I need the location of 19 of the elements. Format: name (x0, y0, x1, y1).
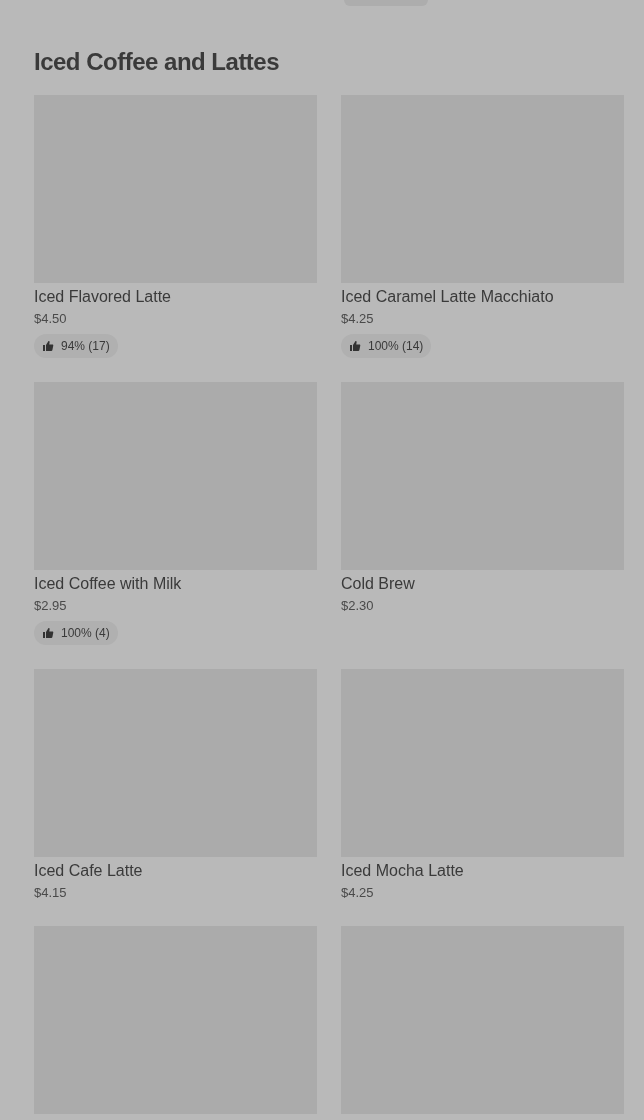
item-name: Iced Caramel Latte Macchiato (341, 287, 555, 307)
item-price: $2.95 (34, 597, 68, 615)
item-name: Iced Coffee with Milk (34, 574, 183, 594)
thumbs-up-icon (349, 340, 361, 352)
item-price: $2.30 (341, 597, 375, 615)
thumbs-up-icon (42, 340, 54, 352)
item-name: Iced Mocha Latte (341, 861, 465, 881)
item-price: $4.50 (34, 310, 68, 328)
section-heading: Iced Coffee and Lattes (34, 47, 281, 77)
item-name: Iced Cafe Latte (34, 861, 144, 881)
item-price: $4.15 (34, 884, 68, 902)
item-price: $4.25 (341, 884, 375, 902)
item-price: $4.25 (341, 310, 375, 328)
thumbs-up-icon (42, 627, 54, 639)
item-name: Iced Flavored Latte (34, 287, 172, 307)
item-name: Cold Brew (341, 574, 416, 594)
rating-text: 94% (17) (61, 338, 110, 355)
rating-text: 100% (14) (368, 338, 424, 355)
rating-text: 100% (4) (61, 625, 110, 642)
